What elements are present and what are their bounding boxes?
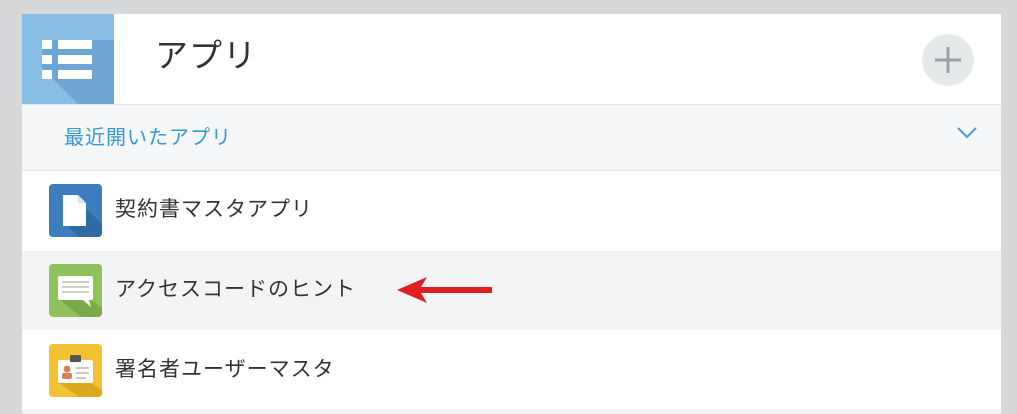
list-item-label: アクセスコードのヒント <box>115 277 356 301</box>
plus-icon <box>935 47 961 73</box>
speech-bubble-icon <box>49 264 102 317</box>
recent-apps-label: 最近開いたアプリ <box>64 125 232 149</box>
add-app-button[interactable] <box>922 34 974 86</box>
red-arrow-icon <box>397 277 492 303</box>
list-divider <box>22 409 1001 414</box>
app-header: アプリ <box>22 14 1001 105</box>
list-item-label: 契約書マスタアプリ <box>115 197 313 221</box>
recent-apps-toggle[interactable]: 最近開いたアプリ <box>22 105 1001 171</box>
chevron-down-icon <box>957 127 977 139</box>
list-item-label: 署名者ユーザーマスタ <box>115 357 335 381</box>
page-title: アプリ <box>155 36 257 75</box>
app-panel: アプリ 最近開いたアプリ 契約書マスタアプリ アクセスコードのヒント 署名者ユー… <box>22 14 1001 414</box>
app-list-icon <box>22 14 114 104</box>
list-item-contract-master[interactable]: 契約書マスタアプリ <box>22 171 1001 250</box>
list-item-signer-user-master[interactable]: 署名者ユーザーマスタ <box>22 331 1001 410</box>
document-icon <box>49 184 102 237</box>
list-item-access-code-hint[interactable]: アクセスコードのヒント <box>22 251 1001 330</box>
id-badge-icon <box>49 344 102 397</box>
